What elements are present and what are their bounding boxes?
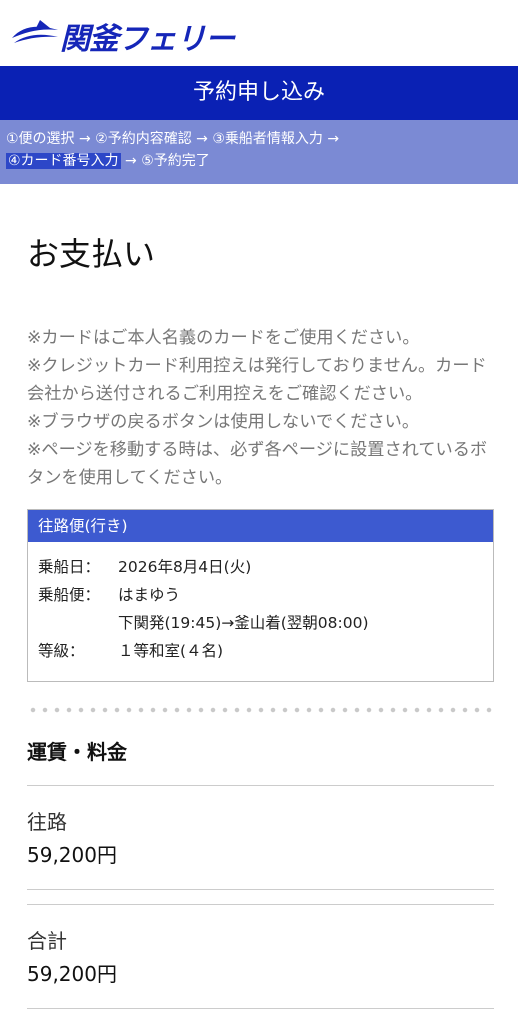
note-item: ※カードはご本人名義のカードをご使用ください。 [27, 328, 420, 348]
outbound-amount: 59,200円 [27, 843, 117, 867]
note-item: ※ページを移動する時は、必ず各ページに設置されているボタンを使用してください。 [27, 440, 488, 488]
steps-line-1: ①便の選択 → ②予約内容確認 → ③乗船者情報入力 → [6, 131, 340, 147]
trip-summary-box: 往路便(行き) 乗船日： 2026年8月4日(火) 乗船便： はまゆう 下関発(… [27, 509, 494, 682]
route-value: 下関発(19:45)→釜山着(翌朝08:00) [118, 614, 369, 632]
current-step: ④カード番号入力 [6, 153, 121, 169]
total-amount: 59,200円 [27, 962, 117, 986]
class-value: １等和室(４名) [118, 642, 224, 660]
note-item: ※クレジットカード利用控えは発行しておりません。カード会社から送付されるご利用控… [27, 356, 487, 404]
trip-class-row: 等級： １等和室(４名) [38, 637, 493, 665]
outbound-label: 往路 [27, 810, 67, 834]
date-label: 乗船日： [38, 558, 101, 576]
dotted-divider [27, 707, 494, 713]
remaining-step: → ⑤予約完了 [120, 153, 210, 169]
ship-label: 乗船便： [38, 586, 101, 604]
fare-heading: 運賃・料金 [27, 737, 494, 786]
steps-line-2: ④カード番号入力 → ⑤予約完了 [6, 150, 512, 172]
ship-value: はまゆう [118, 586, 181, 604]
brand-logo-text[interactable]: 関釜フェリー [60, 14, 235, 58]
site-header: 関釜フェリー [0, 0, 518, 66]
wave-logo-icon [12, 20, 58, 43]
trip-header: 往路便(行き) [28, 510, 493, 542]
trip-date-row: 乗船日： 2026年8月4日(火) [38, 553, 493, 581]
page-heading: お支払い [27, 235, 156, 273]
fare-total: 合計 59,200円 [27, 904, 494, 1009]
payment-notes: ※カードはご本人名義のカードをご使用ください。 ※クレジットカード利用控えは発行… [27, 324, 494, 492]
date-value: 2026年8月4日(火) [118, 558, 252, 576]
trip-route-row: 下関発(19:45)→釜山着(翌朝08:00) [38, 609, 493, 637]
fare-outbound: 往路 59,200円 [27, 786, 494, 890]
trip-details: 乗船日： 2026年8月4日(火) 乗船便： はまゆう 下関発(19:45)→釜… [28, 542, 493, 665]
progress-steps: ①便の選択 → ②予約内容確認 → ③乗船者情報入力 → ④カード番号入力 → … [0, 120, 518, 184]
total-label: 合計 [27, 929, 67, 953]
trip-ship-row: 乗船便： はまゆう [38, 581, 493, 609]
note-item: ※ブラウザの戻るボタンは使用しないでください。 [27, 412, 420, 432]
page-title-bar: 予約申し込み [0, 66, 518, 120]
class-label: 等級： [38, 642, 85, 660]
